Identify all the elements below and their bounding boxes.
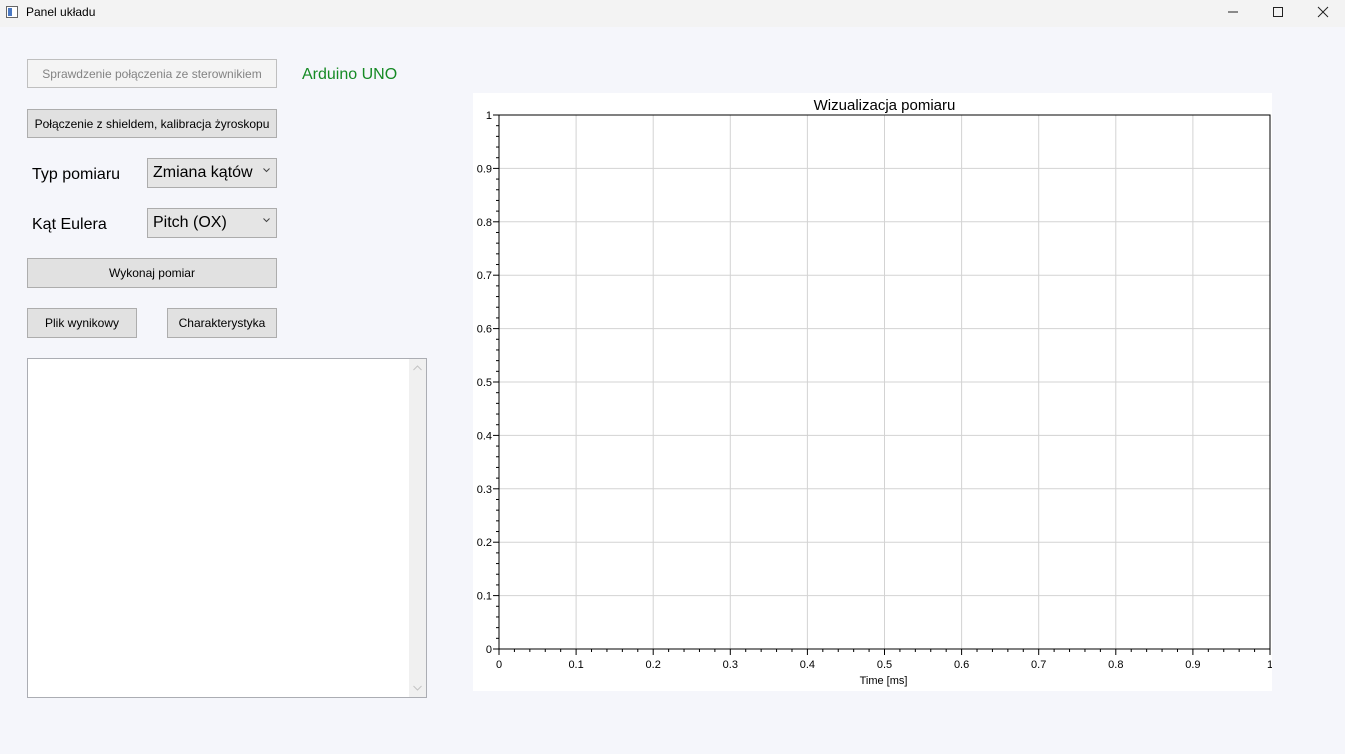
controller-status-text: Arduino UNO [302,66,398,83]
measurement-type-value: Zmiana kątów [153,164,253,181]
x-tick-label: 0.6 [954,659,969,671]
minimize-icon[interactable] [1210,0,1256,27]
euler-angle-label: Kąt Eulera [32,216,107,233]
vertical-scrollbar[interactable] [409,359,426,697]
characteristic-button[interactable]: Charakterystyka [167,308,277,338]
scroll-down-icon[interactable] [413,684,422,692]
measurement-chart: Wizualizacja pomiaru 0 0.1 0.2 0.3 0.4 0.5 0.6 0… [473,93,1272,691]
y-tick-label: 0.5 [477,377,492,389]
app-window-icon [6,6,18,18]
title-bar: Panel układu [0,0,1345,27]
x-tick-label: 0 [496,659,502,671]
chart-canvas: Wizualizacja pomiaru 0 0.1 0.2 0.3 0.4 0.5 0.6 0… [477,97,1272,687]
window-title: Panel układu [26,5,96,19]
close-icon[interactable] [1300,0,1345,27]
measurement-type-select[interactable]: Zmiana kątów [147,158,277,188]
run-measurement-button[interactable]: Wykonaj pomiar [27,258,277,288]
y-tick-label: 0.2 [477,537,492,549]
euler-angle-select[interactable]: Pitch (OX) [147,208,277,238]
x-tick-label: 0.7 [1031,659,1046,671]
shield-calibration-button[interactable]: Połączenie z shieldem, kalibracja żyrosk… [27,109,277,138]
x-tick-label: 0.1 [568,659,583,671]
y-tick-label: 1 [486,110,492,122]
x-tick-label: 0.9 [1185,659,1200,671]
maximize-icon[interactable] [1255,0,1301,27]
x-tick-label: 0.3 [723,659,738,671]
x-tick-label: 0.8 [1108,659,1123,671]
x-tick-label: 1 [1267,659,1272,671]
y-tick-label: 0.1 [477,591,492,603]
x-tick-label: 0.2 [646,659,661,671]
y-tick-label: 0.3 [477,484,492,496]
result-file-button[interactable]: Plik wynikowy [27,308,137,338]
chevron-down-icon [263,168,270,173]
output-textbox[interactable] [27,358,427,698]
y-tick-label: 0.7 [477,270,492,282]
x-tick-label: 0.5 [877,659,892,671]
measurement-type-label: Typ pomiaru [32,166,121,183]
x-axis-label: Time [ms] [860,675,908,687]
y-tick-label: 0.8 [477,217,492,229]
chart-title: Wizualizacja pomiaru [814,97,956,114]
y-tick-label: 0.6 [477,324,492,336]
check-connection-button[interactable]: Sprawdzenie połączenia ze sterownikiem [27,59,277,88]
chevron-down-icon [263,218,270,223]
y-tick-label: 0.9 [477,163,492,175]
scroll-up-icon[interactable] [413,364,422,372]
y-tick-label: 0.4 [477,430,492,442]
y-tick-label: 0 [486,644,492,656]
x-tick-label: 0.4 [800,659,815,671]
euler-angle-value: Pitch (OX) [153,214,227,231]
